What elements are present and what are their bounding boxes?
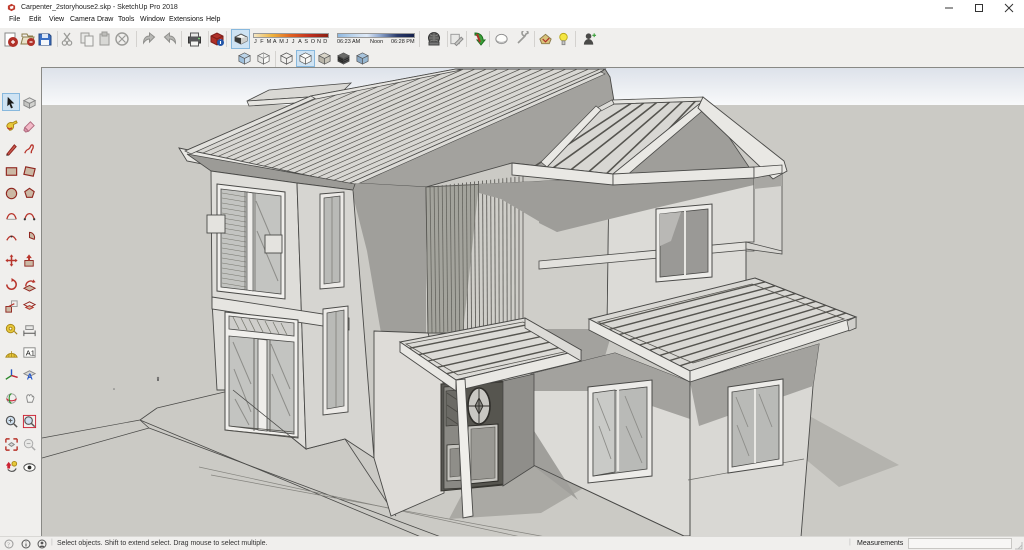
svg-text:?: ? xyxy=(7,542,10,549)
svg-text:A1: A1 xyxy=(26,348,35,357)
svg-text:A: A xyxy=(27,371,33,381)
